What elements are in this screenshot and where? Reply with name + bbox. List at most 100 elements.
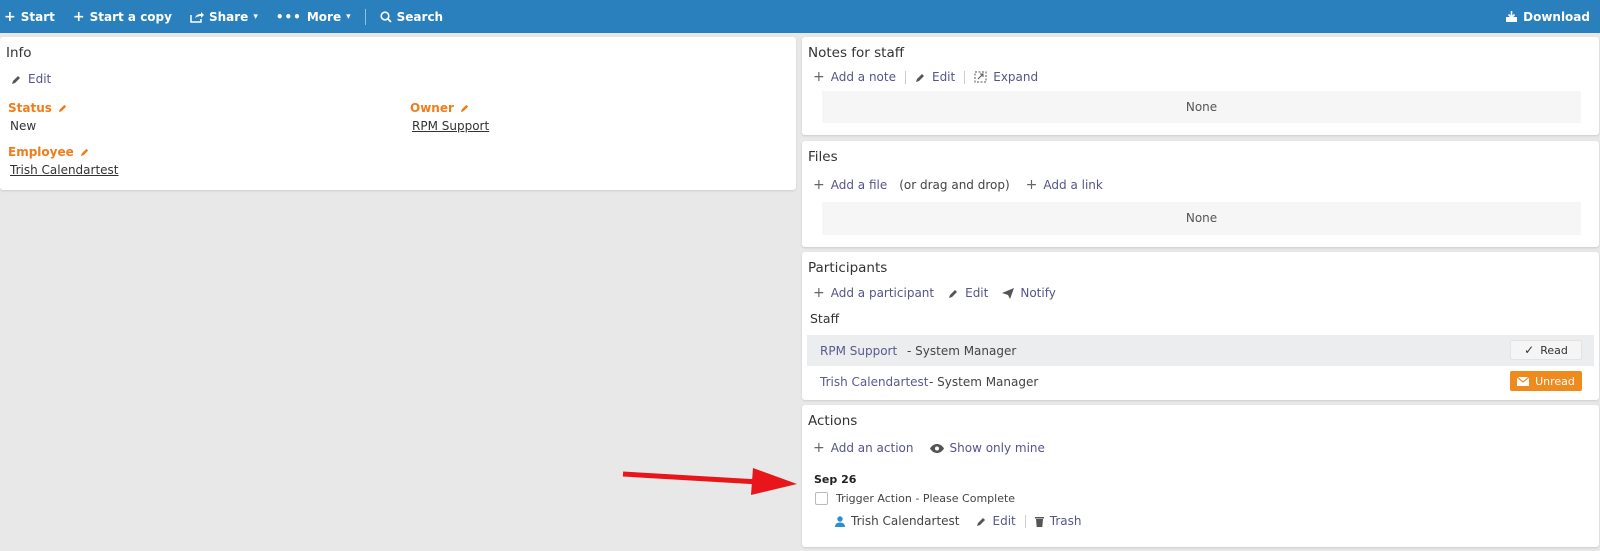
employee-link[interactable]: Trish Calendartest [10, 163, 119, 177]
add-action-label: Add an action [830, 441, 914, 455]
download-label: Download [1523, 9, 1590, 24]
action-trash-button[interactable]: Trash [1034, 514, 1082, 528]
notes-edit-label: Edit [931, 70, 956, 84]
status-label[interactable]: Status [8, 101, 68, 115]
status-label-text: Status [8, 101, 52, 115]
add-file-button[interactable]: + Add a file [813, 178, 887, 192]
expand-icon [974, 71, 987, 83]
files-empty-box: None [822, 202, 1581, 235]
add-file-label: Add a file [830, 178, 888, 192]
start-button[interactable]: + Start [4, 9, 55, 25]
add-action-button[interactable]: + Add an action [813, 441, 914, 455]
info-edit-button[interactable]: Edit [11, 72, 51, 86]
action-trash-label: Trash [1049, 514, 1082, 528]
plus-icon: + [813, 69, 825, 85]
info-edit-label: Edit [28, 72, 52, 86]
show-only-mine-label: Show only mine [949, 441, 1045, 455]
owner-label-text: Owner [410, 101, 454, 115]
chevron-down-icon: ▾ [253, 11, 258, 22]
pencil-icon [460, 104, 469, 113]
files-panel: Files + Add a file (or drag and drop) + … [802, 141, 1599, 247]
notify-label: Notify [1020, 286, 1056, 300]
assignee: Trish Calendartest [835, 514, 960, 528]
participants-panel: Participants + Add a participant Edit No… [802, 252, 1599, 400]
share-icon [190, 11, 204, 23]
toolbar-divider [364, 8, 366, 25]
owner-link[interactable]: RPM Support [412, 119, 489, 133]
more-label: More [306, 9, 342, 24]
employee-label-text: Employee [8, 145, 74, 159]
actions-title: Actions [808, 413, 858, 429]
participant-row: Trish Calendartest - System Manager Unre… [807, 366, 1594, 397]
status-value: New [10, 119, 37, 133]
plus-icon: + [813, 440, 825, 456]
info-panel: Info Edit Status New Owner RPM Support E… [0, 37, 796, 190]
action-edit-button[interactable]: Edit [976, 514, 1016, 528]
search-icon [380, 10, 392, 23]
action-date: Sep 26 [814, 473, 857, 486]
files-empty-text: None [1185, 211, 1218, 225]
owner-label[interactable]: Owner [410, 101, 470, 115]
share-label: Share [208, 9, 249, 24]
participants-edit-label: Edit [965, 286, 989, 300]
search-button[interactable]: Search [380, 10, 443, 24]
share-button[interactable]: Share ▾ [190, 10, 258, 24]
top-toolbar: + Start + Start a copy Share ▾ ••• More … [0, 0, 1600, 33]
notes-panel: Notes for staff + Add a note Edit Expand… [802, 37, 1599, 135]
action-checkbox[interactable] [815, 492, 828, 505]
read-status-badge[interactable]: ✓ Read [1510, 340, 1582, 360]
action-item: Trigger Action - Please Complete [815, 492, 1015, 505]
participant-row: RPM Support - System Manager ✓ Read [807, 335, 1594, 366]
participant-role: - System Manager [907, 344, 1017, 358]
pencil-icon [915, 73, 924, 82]
participant-name-link[interactable]: Trish Calendartest [820, 375, 929, 389]
paper-plane-icon [1002, 287, 1015, 299]
user-icon [835, 515, 845, 527]
expand-label: Expand [993, 70, 1039, 84]
employee-label[interactable]: Employee [8, 145, 90, 159]
add-link-button[interactable]: + Add a link [1026, 178, 1103, 192]
trash-icon [1034, 516, 1044, 527]
participant-name-link[interactable]: RPM Support [820, 344, 897, 358]
notes-empty-text: None [1185, 100, 1218, 114]
download-button[interactable]: Download [1505, 10, 1590, 24]
participants-edit-button[interactable]: Edit [948, 286, 988, 300]
staff-group-label: Staff [810, 311, 840, 326]
add-participant-label: Add a participant [830, 286, 935, 300]
drag-drop-hint: (or drag and drop) [899, 178, 1010, 192]
start-copy-button[interactable]: + Start a copy [73, 9, 172, 25]
add-note-button[interactable]: + Add a note [813, 70, 896, 84]
expand-button[interactable]: Expand [974, 70, 1038, 84]
pencil-icon [80, 148, 88, 157]
notes-edit-button[interactable]: Edit [915, 70, 955, 84]
notes-empty-box: None [822, 91, 1581, 123]
eye-icon [929, 443, 944, 453]
divider [1024, 514, 1026, 528]
info-actions: Edit [11, 72, 51, 86]
add-participant-button[interactable]: + Add a participant [813, 286, 934, 300]
add-link-label: Add a link [1043, 178, 1103, 192]
check-icon: ✓ [1524, 343, 1535, 357]
pencil-icon [12, 75, 20, 84]
notify-button[interactable]: Notify [1002, 286, 1056, 300]
actions-panel: Actions + Add an action Show only mine S… [802, 405, 1599, 547]
action-title: Trigger Action - Please Complete [836, 492, 1016, 505]
action-item-meta: Trish Calendartest Edit Trash [835, 514, 1081, 528]
divider [964, 70, 966, 84]
divider [904, 70, 906, 84]
plus-icon: + [4, 8, 16, 25]
action-edit-label: Edit [992, 514, 1016, 528]
participants-title: Participants [808, 260, 888, 276]
unread-status-badge[interactable]: Unread [1510, 371, 1582, 391]
more-button[interactable]: ••• More ▾ [276, 10, 351, 24]
notes-actions: + Add a note Edit Expand [813, 70, 1038, 84]
plus-icon: + [72, 8, 85, 25]
plus-icon: + [813, 285, 825, 301]
pencil-icon [58, 104, 67, 113]
search-label: Search [396, 9, 444, 24]
participants-actions: + Add a participant Edit Notify [813, 286, 1056, 300]
show-only-mine-button[interactable]: Show only mine [929, 441, 1045, 455]
files-actions: + Add a file (or drag and drop) + Add a … [813, 178, 1103, 192]
envelope-icon [1517, 376, 1530, 386]
read-status-label: Read [1540, 343, 1568, 357]
